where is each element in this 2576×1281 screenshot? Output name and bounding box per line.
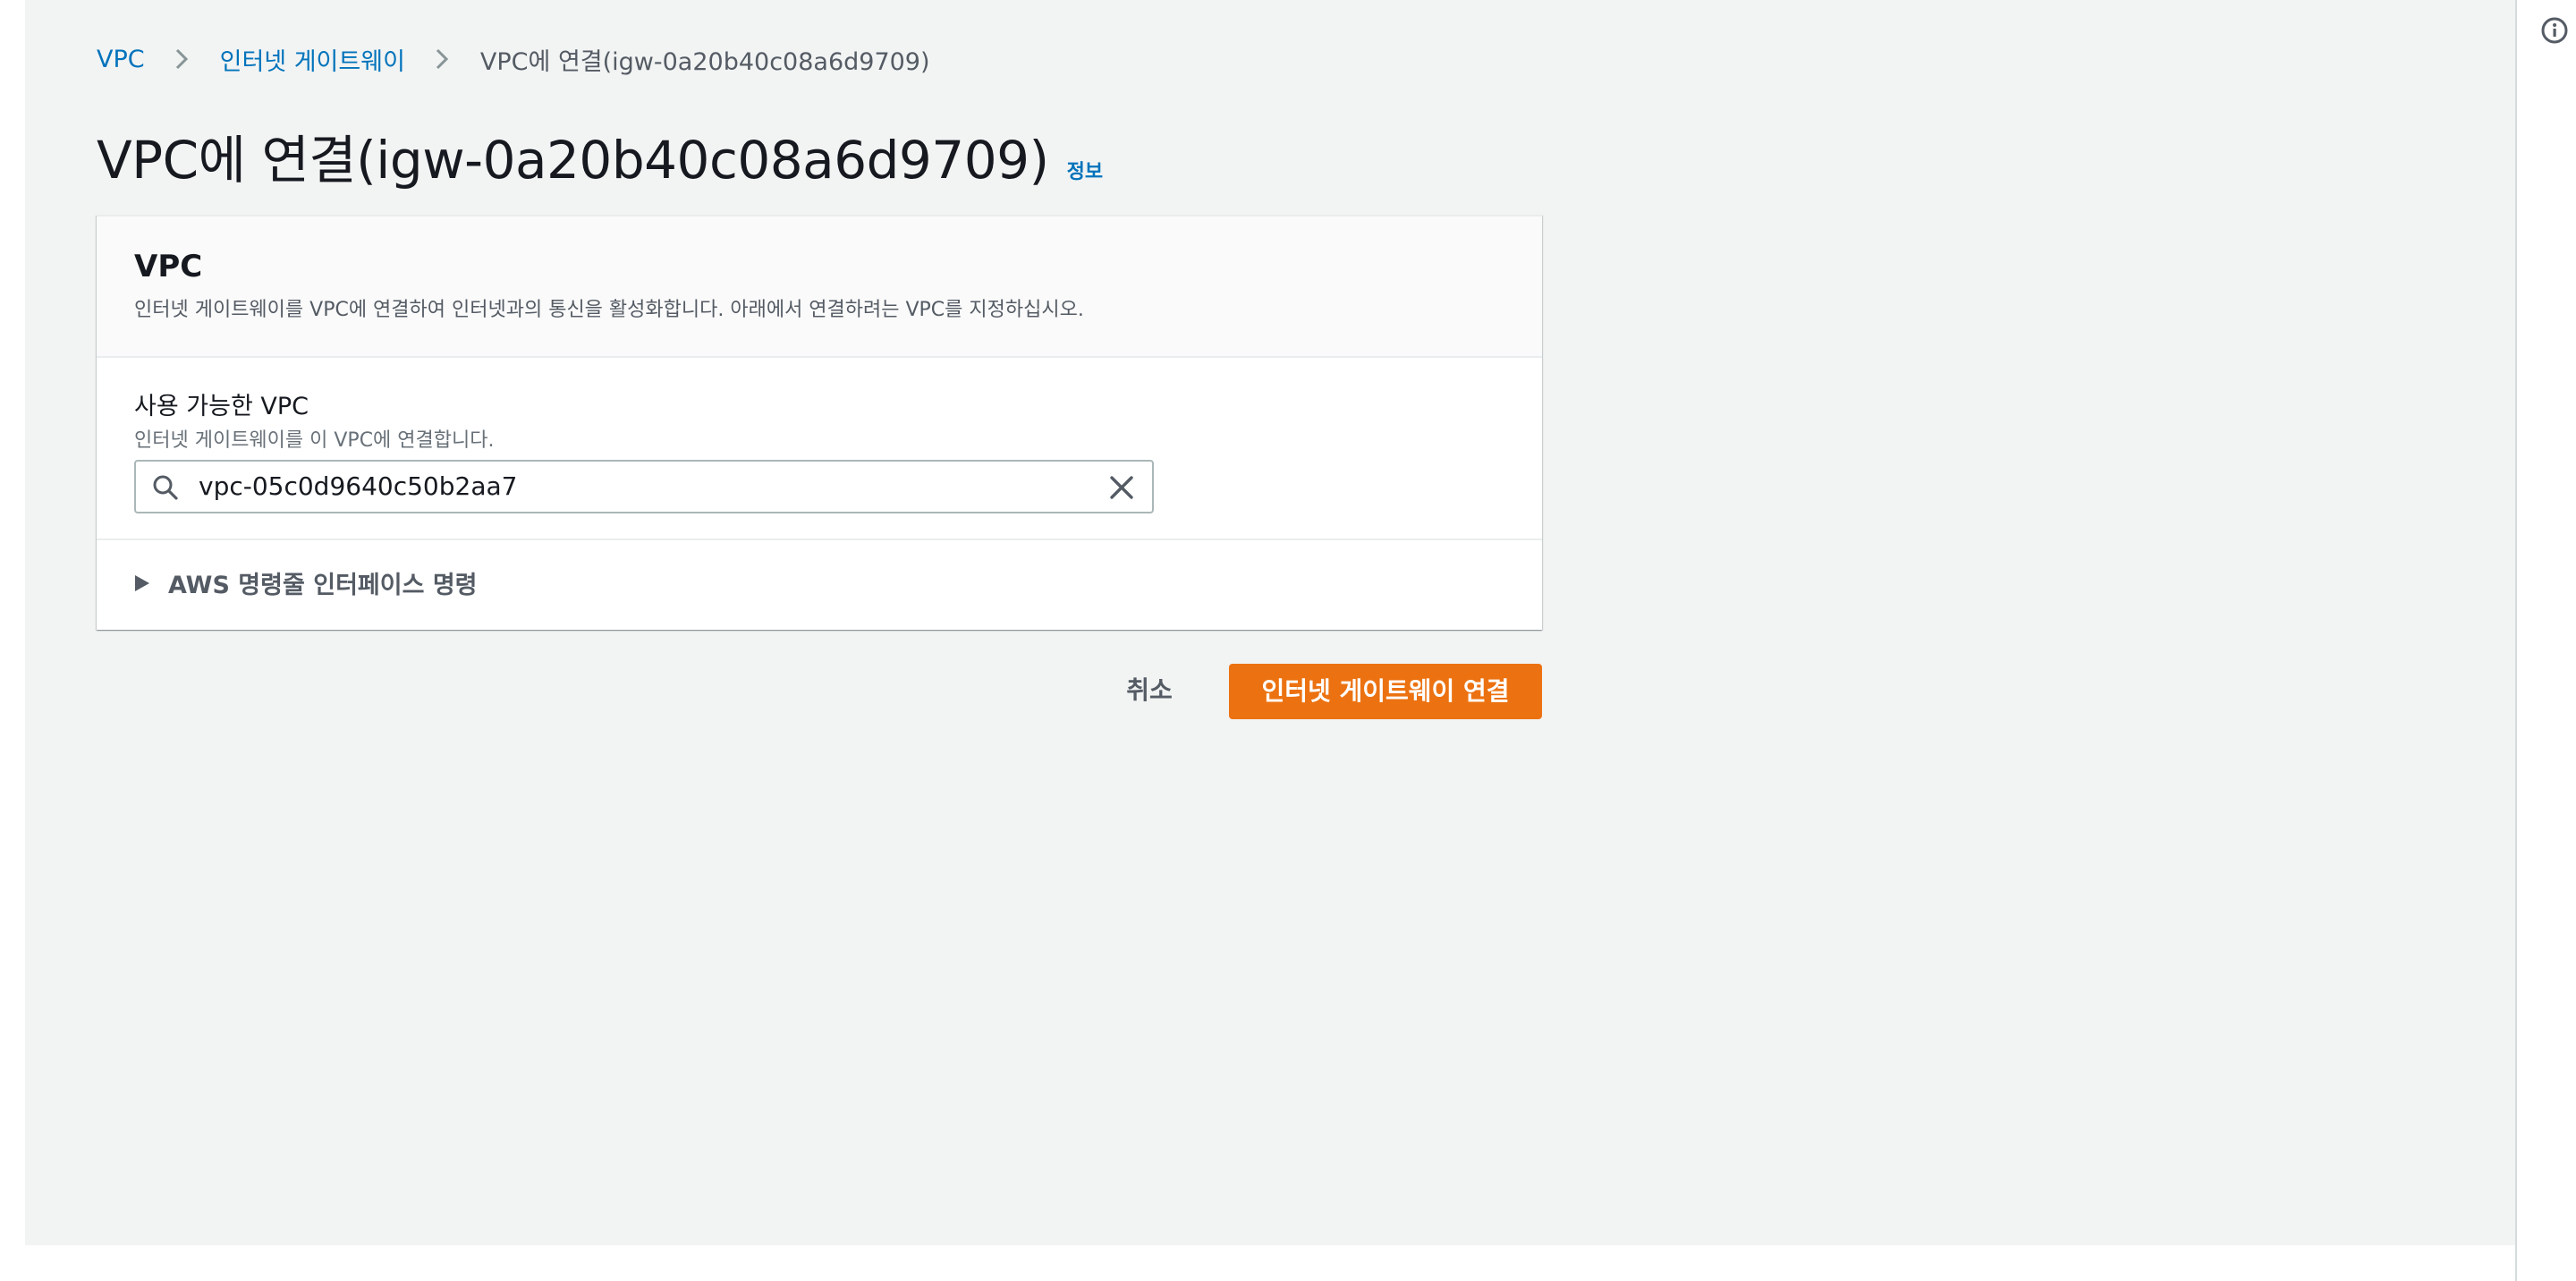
breadcrumb-current: VPC에 연결(igw-0a20b40c08a6d9709): [479, 47, 930, 76]
breadcrumb-link-vpc[interactable]: VPC: [97, 46, 145, 73]
cli-command-expander[interactable]: AWS 명령줄 인터페이스 명령: [134, 565, 478, 600]
available-vpc-description: 인터넷 게이트웨이를 이 VPC에 연결합니다.: [134, 429, 495, 452]
page-title: VPC에 연결(igw-0a20b40c08a6d9709): [97, 130, 1049, 191]
help-panel-rail: [2515, 0, 2576, 1281]
vpc-panel: VPC 인터넷 게이트웨이를 VPC에 연결하여 인터넷과의 통신을 활성화합니…: [97, 215, 1542, 630]
panel-header: VPC 인터넷 게이트웨이를 VPC에 연결하여 인터넷과의 통신을 활성화합니…: [97, 216, 1542, 358]
chevron-right-icon: [436, 48, 449, 70]
cancel-button[interactable]: 취소: [1098, 664, 1200, 717]
info-link[interactable]: 정보: [1067, 156, 1103, 184]
attach-internet-gateway-button[interactable]: 인터넷 게이트웨이 연결: [1229, 664, 1542, 719]
panel-title: VPC: [134, 249, 203, 284]
close-icon[interactable]: [1107, 473, 1136, 502]
panel-description: 인터넷 게이트웨이를 VPC에 연결하여 인터넷과의 통신을 활성화합니다. 아…: [134, 299, 1084, 321]
breadcrumb-link-internet-gateways[interactable]: 인터넷 게이트웨이: [220, 42, 405, 77]
info-icon[interactable]: [2540, 16, 2569, 45]
panel-divider: [97, 539, 1542, 540]
caret-right-icon: [135, 574, 149, 591]
page-header: VPC에 연결(igw-0a20b40c08a6d9709) 정보: [97, 118, 1103, 193]
vpc-search-value[interactable]: vpc-05c0d9640c50b2aa7: [199, 471, 517, 503]
available-vpc-label: 사용 가능한 VPC: [134, 393, 309, 420]
chevron-right-icon: [175, 48, 188, 70]
cli-command-expander-label: AWS 명령줄 인터페이스 명령: [168, 572, 478, 599]
breadcrumb: VPC 인터넷 게이트웨이 VPC에 연결(igw-0a20b40c08a6d9…: [97, 41, 930, 77]
vpc-search-input[interactable]: vpc-05c0d9640c50b2aa7: [134, 460, 1154, 513]
search-icon: [153, 475, 178, 500]
